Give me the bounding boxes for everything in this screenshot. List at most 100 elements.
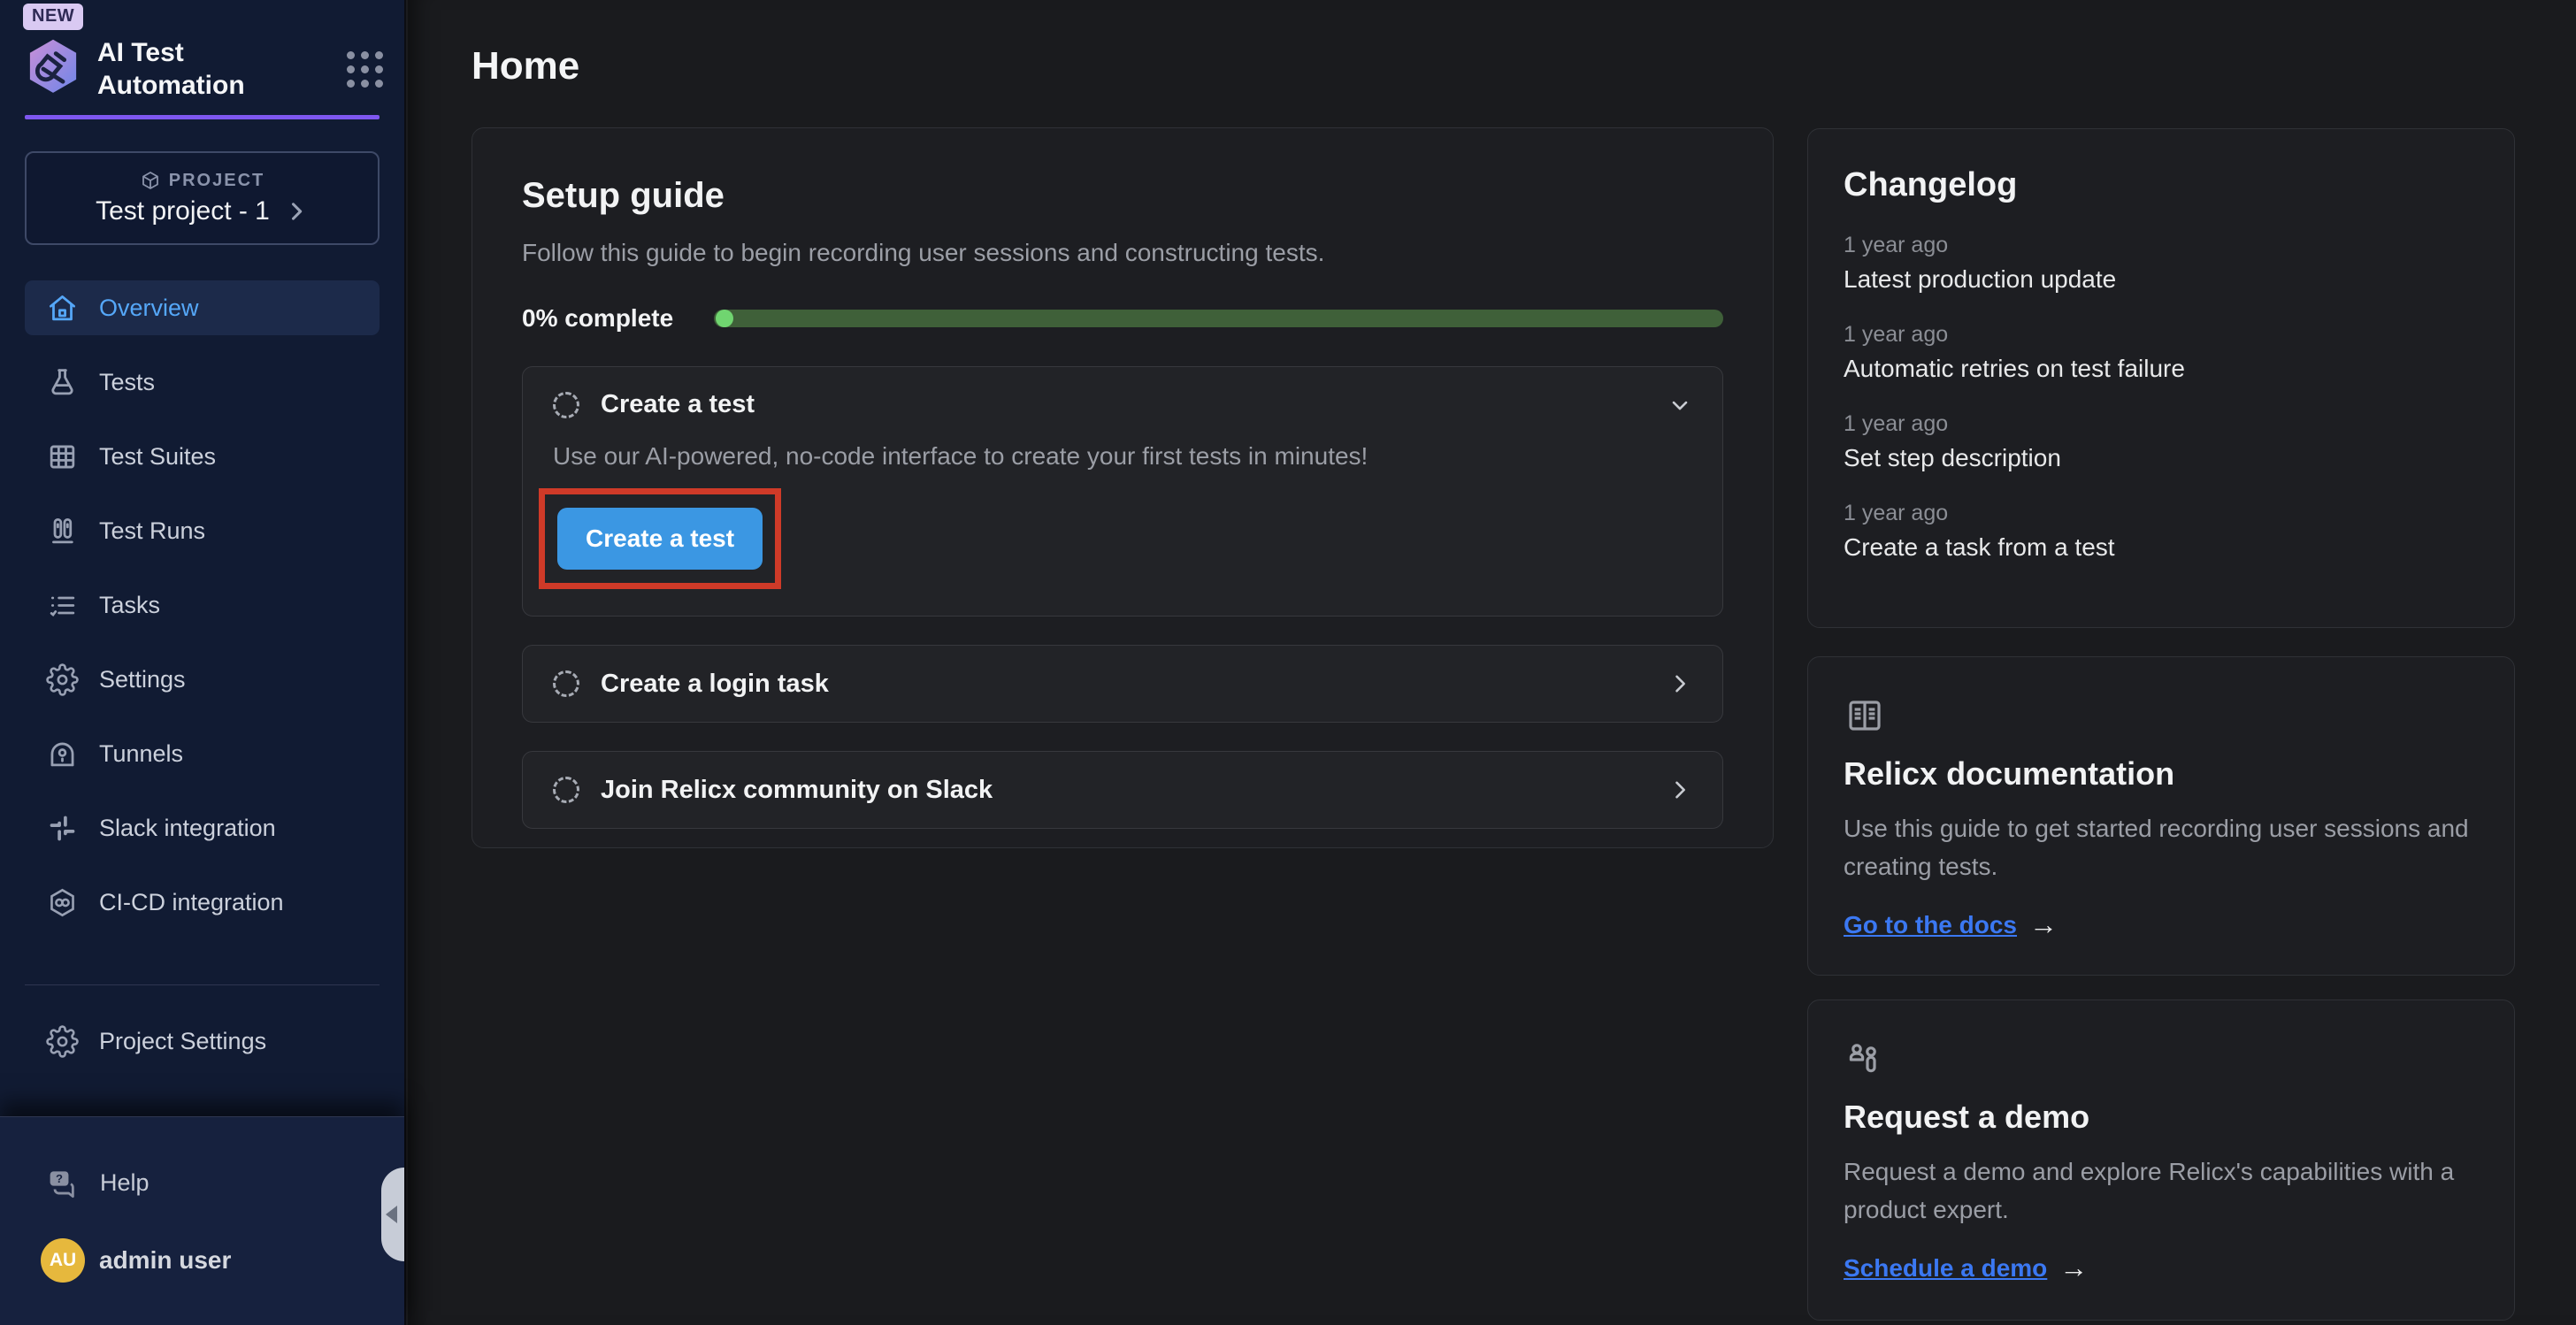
schedule-demo-link[interactable]: Schedule a demo bbox=[1844, 1254, 2047, 1283]
brand: AI Test Automation bbox=[19, 35, 383, 103]
accent-divider bbox=[25, 115, 380, 119]
progress-label: 0% complete bbox=[522, 304, 673, 333]
sidebar-collapse-handle[interactable] bbox=[381, 1168, 404, 1261]
sidebar-item-label: Test Runs bbox=[99, 517, 205, 545]
incomplete-step-icon bbox=[553, 392, 579, 418]
book-icon bbox=[1844, 725, 1886, 740]
cicd-icon bbox=[46, 886, 79, 919]
progress-row: 0% complete bbox=[522, 304, 1723, 333]
changelog-time: 1 year ago bbox=[1844, 411, 2479, 437]
divider bbox=[25, 984, 380, 985]
users-icon bbox=[1844, 1068, 1886, 1084]
svg-text:?: ? bbox=[56, 1172, 63, 1185]
sidebar: NEW AI Test Automation PROJECT bbox=[0, 0, 406, 1325]
sidebar-item-tasks[interactable]: Tasks bbox=[25, 578, 380, 632]
project-selector[interactable]: PROJECT Test project - 1 bbox=[25, 151, 380, 245]
sidebar-item-label: Tests bbox=[99, 369, 155, 396]
changelog-time: 1 year ago bbox=[1844, 233, 2479, 258]
setup-step-create-a-login-task[interactable]: Create a login task bbox=[522, 645, 1723, 723]
sidebar-item-slack-integration[interactable]: Slack integration bbox=[25, 800, 380, 855]
changelog-text: Create a task from a test bbox=[1844, 533, 2479, 562]
sidebar-item-settings[interactable]: Settings bbox=[25, 652, 380, 707]
help-chat-icon: ? bbox=[46, 1167, 79, 1199]
go-to-docs-link[interactable]: Go to the docs bbox=[1844, 911, 2017, 939]
changelog-time: 1 year ago bbox=[1844, 322, 2479, 348]
sidebar-item-label: Test Suites bbox=[99, 443, 216, 471]
sidebar-item-label: Settings bbox=[99, 666, 186, 693]
home-icon bbox=[46, 292, 79, 325]
user-name: admin user bbox=[99, 1246, 231, 1275]
app-title: AI Test Automation bbox=[97, 36, 274, 102]
flask-icon bbox=[46, 366, 79, 399]
sidebar-item-label: Overview bbox=[99, 295, 199, 322]
app-logo-icon bbox=[19, 35, 87, 103]
setup-step-join-slack-community[interactable]: Join Relicx community on Slack bbox=[522, 751, 1723, 829]
changelog-entry: 1 year ago Set step description bbox=[1844, 411, 2479, 472]
help-label: Help bbox=[100, 1169, 150, 1197]
sidebar-item-tests[interactable]: Tests bbox=[25, 355, 380, 410]
sidebar-item-label: Slack integration bbox=[99, 815, 276, 842]
right-column: Changelog 1 year ago Latest production u… bbox=[1807, 128, 2515, 1321]
sidebar-footer: ? Help AU admin user bbox=[0, 1116, 404, 1325]
create-a-test-button[interactable]: Create a test bbox=[557, 508, 763, 570]
list-icon bbox=[46, 589, 79, 622]
changelog-text: Latest production update bbox=[1844, 265, 2479, 294]
sidebar-item-label: Tasks bbox=[99, 592, 160, 619]
sidebar-item-test-runs[interactable]: Test Runs bbox=[25, 503, 380, 558]
arrow-right-icon: → bbox=[2059, 1252, 2088, 1284]
setup-step-title: Create a login task bbox=[601, 670, 829, 699]
changelog-card: Changelog 1 year ago Latest production u… bbox=[1807, 128, 2515, 628]
setup-guide-card: Setup guide Follow this guide to begin r… bbox=[472, 127, 1774, 848]
package-icon bbox=[140, 170, 161, 191]
changelog-text: Set step description bbox=[1844, 444, 2479, 472]
chevron-down-icon bbox=[1668, 393, 1692, 417]
sidebar-item-cicd-integration[interactable]: CI-CD integration bbox=[25, 875, 380, 930]
slack-icon bbox=[46, 812, 79, 845]
tunnel-icon bbox=[46, 738, 79, 770]
progress-bar bbox=[714, 310, 1723, 327]
user-menu[interactable]: AU admin user bbox=[41, 1238, 404, 1283]
sidebar-item-label: CI-CD integration bbox=[99, 889, 284, 916]
documentation-card: Relicx documentation Use this guide to g… bbox=[1807, 656, 2515, 976]
setup-step-description: Use our AI-powered, no-code interface to… bbox=[553, 442, 1692, 471]
setup-guide-title: Setup guide bbox=[522, 176, 1723, 216]
changelog-title: Changelog bbox=[1844, 166, 2479, 204]
changelog-entry: 1 year ago Automatic retries on test fai… bbox=[1844, 322, 2479, 383]
changelog-time: 1 year ago bbox=[1844, 501, 2479, 526]
documentation-description: Use this guide to get started recording … bbox=[1844, 810, 2479, 885]
sidebar-nav: Overview Tests Test Suites Test Runs Tas… bbox=[25, 280, 380, 930]
sidebar-item-label: Project Settings bbox=[99, 1028, 266, 1055]
setup-step-create-a-test: Create a test Use our AI-powered, no-cod… bbox=[522, 366, 1723, 617]
documentation-title: Relicx documentation bbox=[1844, 755, 2479, 793]
changelog-entry: 1 year ago Create a task from a test bbox=[1844, 501, 2479, 562]
setup-step-title: Join Relicx community on Slack bbox=[601, 776, 993, 805]
sidebar-item-label: Tunnels bbox=[99, 740, 183, 768]
columns-icon bbox=[46, 515, 79, 548]
sidebar-item-overview[interactable]: Overview bbox=[25, 280, 380, 335]
request-demo-description: Request a demo and explore Relicx's capa… bbox=[1844, 1153, 2479, 1229]
incomplete-step-icon bbox=[553, 777, 579, 803]
progress-indicator bbox=[716, 310, 733, 327]
request-demo-card: Request a demo Request a demo and explor… bbox=[1807, 999, 2515, 1321]
new-badge: NEW bbox=[23, 4, 83, 30]
incomplete-step-icon bbox=[553, 670, 579, 697]
apps-grid-button[interactable] bbox=[347, 51, 383, 88]
gear-icon bbox=[46, 1025, 79, 1058]
help-button[interactable]: ? Help bbox=[46, 1167, 404, 1199]
grid-table-icon bbox=[46, 440, 79, 473]
sidebar-item-project-settings[interactable]: Project Settings bbox=[25, 1014, 380, 1068]
demo-link-row: Schedule a demo → bbox=[1844, 1252, 2479, 1284]
sidebar-item-tunnels[interactable]: Tunnels bbox=[25, 726, 380, 781]
sidebar-secondary-nav: Project Settings bbox=[25, 1014, 380, 1068]
gear-icon bbox=[46, 663, 79, 696]
chevron-right-icon bbox=[284, 199, 309, 224]
arrow-right-icon: → bbox=[2029, 908, 2058, 941]
chevron-right-icon bbox=[1668, 777, 1692, 802]
project-label: PROJECT bbox=[169, 171, 264, 191]
page-title: Home bbox=[472, 44, 2576, 88]
sidebar-item-test-suites[interactable]: Test Suites bbox=[25, 429, 380, 484]
setup-step-header[interactable]: Create a test bbox=[553, 390, 1692, 419]
setup-guide-description: Follow this guide to begin recording use… bbox=[522, 239, 1723, 267]
annotation-highlight-box: Create a test bbox=[539, 488, 781, 589]
docs-link-row: Go to the docs → bbox=[1844, 908, 2479, 941]
